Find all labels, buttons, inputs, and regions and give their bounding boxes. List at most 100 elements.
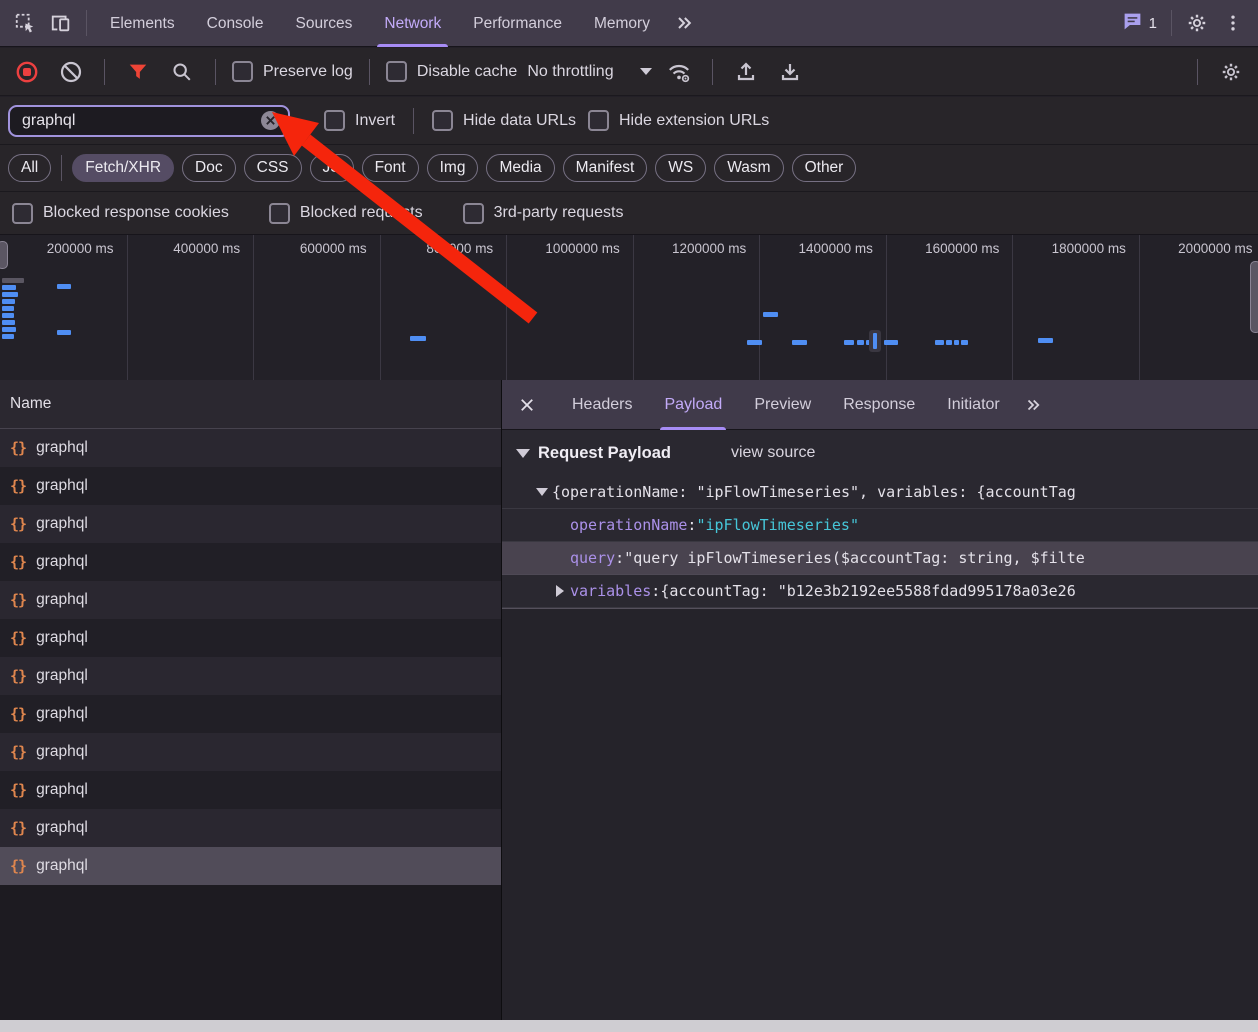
inspect-element-icon[interactable] bbox=[8, 6, 42, 40]
tab-elements[interactable]: Elements bbox=[95, 0, 190, 47]
view-source-link[interactable]: view source bbox=[731, 444, 815, 462]
invert-checkbox[interactable]: Invert bbox=[324, 110, 395, 131]
tab-network[interactable]: Network bbox=[369, 0, 456, 47]
chip-js[interactable]: JS bbox=[310, 154, 354, 182]
hide-data-urls-checkbox[interactable]: Hide data URLs bbox=[432, 110, 576, 131]
request-name: graphql bbox=[36, 781, 88, 799]
payload-segment-string: "ipFlowTimeseries" bbox=[696, 509, 859, 541]
json-braces-icon: {} bbox=[10, 629, 26, 647]
waterfall-bar bbox=[2, 327, 16, 332]
payload-segment-key: operationName bbox=[570, 509, 687, 541]
issues-button[interactable]: 1 bbox=[1122, 11, 1157, 36]
request-detail-panel: Headers Payload Preview Response Initiat… bbox=[502, 380, 1258, 1020]
waterfall-bar bbox=[961, 340, 968, 345]
request-row[interactable]: {}graphql bbox=[0, 733, 501, 771]
divider bbox=[215, 59, 216, 85]
network-overview-timeline[interactable]: 200000 ms400000 ms600000 ms800000 ms1000… bbox=[0, 235, 1258, 381]
chip-other[interactable]: Other bbox=[792, 154, 857, 182]
tab-sources[interactable]: Sources bbox=[281, 0, 368, 47]
search-icon[interactable] bbox=[165, 55, 199, 89]
chip-wasm[interactable]: Wasm bbox=[714, 154, 783, 182]
kebab-menu-icon[interactable] bbox=[1216, 6, 1250, 40]
request-row[interactable]: {}graphql bbox=[0, 657, 501, 695]
waterfall-bar bbox=[884, 340, 898, 345]
throttling-dropdown[interactable]: No throttling bbox=[527, 63, 651, 81]
request-row[interactable]: {}graphql bbox=[0, 505, 501, 543]
request-row[interactable]: {}graphql bbox=[0, 847, 501, 885]
network-conditions-icon[interactable] bbox=[662, 55, 696, 89]
chip-font[interactable]: Font bbox=[362, 154, 419, 182]
more-detail-tabs-icon[interactable] bbox=[1018, 388, 1048, 422]
payload-line[interactable]: operationName: "ipFlowTimeseries" bbox=[502, 509, 1258, 542]
filter-funnel-icon[interactable] bbox=[121, 55, 155, 89]
json-braces-icon: {} bbox=[10, 515, 26, 533]
waterfall-bar bbox=[792, 340, 807, 345]
tab-memory[interactable]: Memory bbox=[579, 0, 665, 47]
timeline-right-handle[interactable] bbox=[1250, 261, 1258, 333]
request-row[interactable]: {}graphql bbox=[0, 809, 501, 847]
tab-preview[interactable]: Preview bbox=[740, 380, 825, 430]
blocked-response-cookies-checkbox[interactable]: Blocked response cookies bbox=[12, 203, 229, 224]
request-row[interactable]: {}graphql bbox=[0, 543, 501, 581]
close-detail-icon[interactable] bbox=[512, 388, 542, 422]
devtools-window: Elements Console Sources Network Perform… bbox=[0, 0, 1258, 1032]
device-toolbar-icon[interactable] bbox=[44, 6, 78, 40]
chip-media[interactable]: Media bbox=[486, 154, 554, 182]
record-network-log-icon[interactable] bbox=[10, 55, 44, 89]
request-row[interactable]: {}graphql bbox=[0, 429, 501, 467]
collapse-triangle-icon[interactable] bbox=[516, 449, 530, 458]
blocked-response-cookies-label: Blocked response cookies bbox=[43, 204, 229, 222]
tab-payload[interactable]: Payload bbox=[650, 380, 736, 430]
disable-cache-checkbox[interactable]: Disable cache bbox=[386, 61, 518, 82]
chip-ws[interactable]: WS bbox=[655, 154, 706, 182]
third-party-requests-checkbox[interactable]: 3rd-party requests bbox=[463, 203, 624, 224]
chip-img[interactable]: Img bbox=[427, 154, 479, 182]
expander-triangle-icon[interactable] bbox=[550, 585, 570, 597]
blocked-requests-checkbox[interactable]: Blocked requests bbox=[269, 203, 423, 224]
request-row[interactable]: {}graphql bbox=[0, 467, 501, 505]
tab-initiator[interactable]: Initiator bbox=[933, 380, 1013, 430]
waterfall-bar bbox=[2, 285, 16, 290]
checkbox bbox=[463, 203, 484, 224]
panel-settings-gear-icon[interactable] bbox=[1214, 55, 1248, 89]
request-row[interactable]: {}graphql bbox=[0, 695, 501, 733]
checkbox bbox=[232, 61, 253, 82]
chip-fetch-xhr[interactable]: Fetch/XHR bbox=[72, 154, 174, 182]
clear-filter-icon[interactable] bbox=[261, 111, 280, 130]
expander-triangle-icon[interactable] bbox=[532, 488, 552, 496]
request-row[interactable]: {}graphql bbox=[0, 581, 501, 619]
import-har-icon[interactable] bbox=[729, 55, 763, 89]
request-payload-section-header[interactable]: Request Payload view source bbox=[502, 430, 1258, 476]
name-column-header[interactable]: Name bbox=[0, 380, 501, 429]
chip-css[interactable]: CSS bbox=[244, 154, 302, 182]
timeline-tick-label: 1200000 ms bbox=[633, 241, 760, 259]
chip-doc[interactable]: Doc bbox=[182, 154, 236, 182]
filter-input[interactable] bbox=[8, 105, 290, 137]
hide-extension-urls-checkbox[interactable]: Hide extension URLs bbox=[588, 110, 769, 131]
payload-line[interactable]: variables: {accountTag: "b12e3b2192ee558… bbox=[502, 575, 1258, 608]
settings-gear-icon[interactable] bbox=[1180, 6, 1214, 40]
payload-line[interactable]: {operationName: "ipFlowTimeseries", vari… bbox=[502, 476, 1258, 509]
chip-manifest[interactable]: Manifest bbox=[563, 154, 648, 182]
tab-performance[interactable]: Performance bbox=[458, 0, 577, 47]
tab-headers[interactable]: Headers bbox=[558, 380, 646, 430]
payload-line[interactable]: query: "query ipFlowTimeseries($accountT… bbox=[502, 542, 1258, 575]
clear-network-log-icon[interactable] bbox=[54, 55, 88, 89]
filter-text-field[interactable] bbox=[20, 111, 261, 131]
request-row[interactable]: {}graphql bbox=[0, 771, 501, 809]
timeline-tick-label: 2000000 ms bbox=[1139, 241, 1258, 259]
more-tabs-icon[interactable] bbox=[667, 6, 701, 40]
request-name: graphql bbox=[36, 857, 88, 875]
selected-request-marker-bar bbox=[873, 333, 877, 349]
tab-response[interactable]: Response bbox=[829, 380, 929, 430]
request-name: graphql bbox=[36, 743, 88, 761]
export-har-icon[interactable] bbox=[773, 55, 807, 89]
chip-all[interactable]: All bbox=[8, 154, 51, 182]
divider bbox=[1171, 10, 1172, 36]
preserve-log-label: Preserve log bbox=[263, 63, 353, 81]
request-row[interactable]: {}graphql bbox=[0, 619, 501, 657]
divider bbox=[61, 155, 62, 181]
hide-extension-urls-label: Hide extension URLs bbox=[619, 112, 769, 130]
tab-console[interactable]: Console bbox=[192, 0, 279, 47]
preserve-log-checkbox[interactable]: Preserve log bbox=[232, 61, 353, 82]
